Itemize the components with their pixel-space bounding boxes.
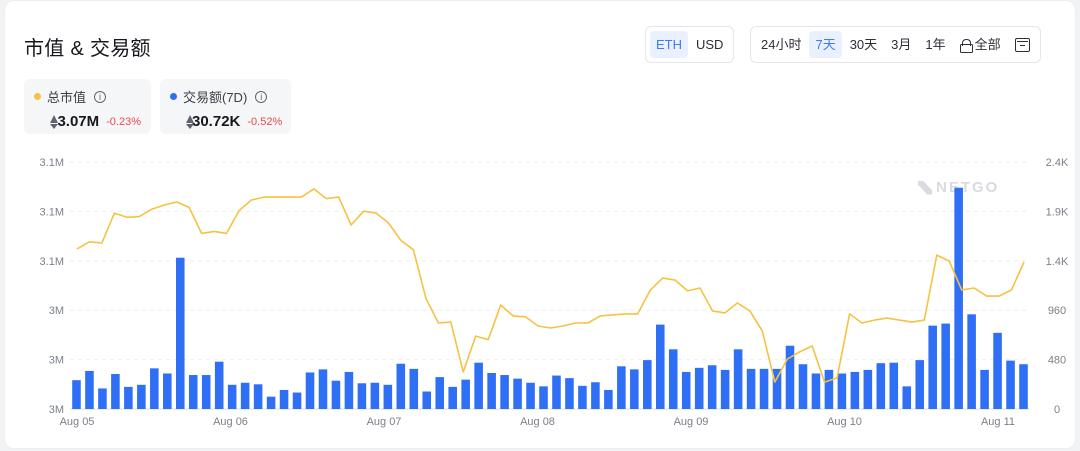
volume-bar [902, 386, 912, 409]
volume-bar [214, 361, 224, 409]
volume-bar [305, 372, 315, 409]
volume-bar [876, 363, 886, 409]
volume-bar [396, 363, 406, 409]
left-axis-tick-label: 3.1M [40, 256, 64, 268]
volume-bar [292, 392, 302, 409]
volume-bar [694, 367, 704, 409]
volume-bar [240, 382, 250, 409]
volume-bar [733, 349, 743, 409]
volume-bar [513, 378, 522, 409]
volume-bar [928, 325, 937, 409]
volume-bar [318, 369, 328, 409]
volume-bar [331, 380, 341, 409]
volume-bar [604, 389, 613, 409]
volume-bar [201, 375, 211, 409]
x-axis-tick-label: Aug 07 [367, 416, 402, 428]
volume-bar [111, 374, 120, 409]
volume-bar [448, 386, 457, 409]
volume-bar [175, 257, 185, 409]
volume-bar [422, 391, 432, 409]
volume-bar [461, 379, 470, 409]
volume-bar [150, 368, 159, 409]
chart-svg: 3M 0 3M 480 3M 960 3.1M 1.4K 3.1M 1.9K 3.1M 2.4K Aug… [40, 157, 1069, 428]
x-axis-tick-label: Aug 05 [60, 416, 95, 428]
volume-bar [370, 382, 380, 409]
volume-bar [980, 369, 989, 409]
volume-bar [487, 372, 496, 409]
x-axis-tick-label: Aug 09 [674, 416, 709, 428]
volume-bar [163, 373, 172, 409]
right-axis-tick-label: 480 [1048, 355, 1066, 367]
volume-bar [409, 368, 419, 409]
volume-bar [655, 324, 665, 409]
volume-bar [344, 371, 354, 409]
volume-bar [383, 384, 393, 409]
volume-bar [565, 378, 574, 409]
volume-bar [266, 396, 276, 409]
volume-bar [630, 369, 639, 409]
right-axis-tick-label: 960 [1048, 305, 1066, 317]
volume-bar [552, 375, 561, 409]
volume-bar [824, 369, 834, 409]
volume-bar [1006, 360, 1015, 409]
volume-bar [357, 383, 367, 409]
volume-bar [98, 388, 107, 409]
volume-bar [889, 362, 899, 409]
volume-bar [863, 369, 873, 409]
volume-bar [811, 373, 821, 409]
volume-bar [798, 364, 808, 409]
volume-bar [967, 314, 976, 409]
volume-bar [746, 368, 756, 409]
volume-bar [850, 371, 860, 409]
volume-bar [500, 375, 509, 409]
volume-bar [772, 368, 782, 409]
left-axis-tick-label: 3.1M [40, 206, 64, 218]
volume-bar [253, 384, 263, 409]
volume-bar [617, 366, 626, 409]
right-axis-tick-label: 1.4K [1046, 256, 1069, 268]
volume-bar [668, 349, 678, 409]
volume-bar [526, 382, 535, 409]
volume-bar [941, 323, 950, 409]
volume-bar [539, 386, 548, 409]
volume-bar [137, 384, 146, 409]
volume-bar [643, 360, 652, 409]
right-axis-tick-label: 1.9K [1046, 206, 1069, 218]
volume-bar [279, 389, 289, 409]
x-axis-tick-label: Aug 06 [213, 416, 248, 428]
left-axis-tick-label: 3M [49, 404, 64, 416]
volume-bar [124, 386, 133, 409]
volume-bar [474, 362, 483, 409]
volume-bar [227, 384, 237, 409]
right-axis-tick-label: 0 [1054, 404, 1060, 416]
left-axis-tick-label: 3.1M [40, 157, 64, 169]
volume-bar [759, 368, 769, 409]
volume-bar [707, 365, 717, 409]
volume-bar [435, 377, 445, 409]
volume-bar [993, 332, 1002, 409]
volume-bar [85, 370, 94, 409]
left-axis-tick-label: 3M [49, 355, 64, 367]
volume-bar [837, 373, 847, 409]
x-axis-tick-label: Aug 08 [520, 416, 555, 428]
volume-bar [1019, 364, 1028, 409]
left-axis-tick-label: 3M [49, 305, 64, 317]
x-axis-tick-label: Aug 11 [981, 416, 1015, 428]
volume-bar [578, 385, 587, 409]
right-axis-tick-label: 2.4K [1046, 157, 1069, 169]
volume-bar [915, 360, 925, 409]
volume-bar [681, 371, 691, 409]
volume-bar [954, 187, 963, 409]
x-axis-tick-label: Aug 10 [827, 416, 862, 428]
market-cap-line [76, 188, 1025, 383]
volume-bar [72, 380, 81, 409]
volume-bar [720, 369, 730, 409]
volume-bar [591, 382, 600, 409]
volume-bar [188, 375, 198, 409]
